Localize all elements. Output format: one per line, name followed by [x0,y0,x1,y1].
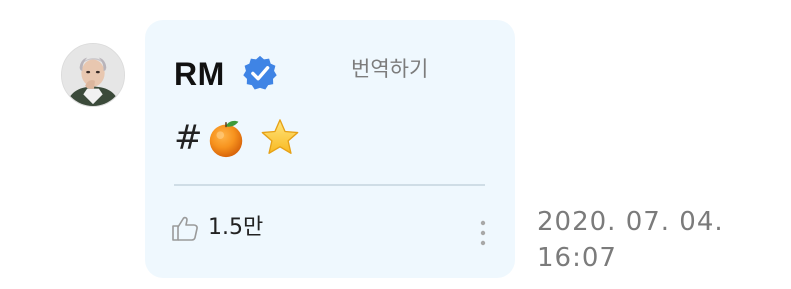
verified-badge-icon [241,54,279,92]
like-count: 1.5만 [208,215,264,240]
timestamp-time: 16:07 [537,243,617,273]
more-vertical-icon[interactable] [476,218,490,248]
avatar[interactable] [61,43,125,107]
comment-content: # [174,115,301,161]
like-button[interactable]: 1.5만 [170,213,263,243]
divider [174,184,485,186]
timestamp-date: 2020. 07. 04. [537,207,724,237]
timestamp: 2020. 07. 04. 16:07 [537,204,777,276]
star-emoji [261,119,298,154]
avatar-photo [62,44,124,106]
comment-bubble: RM 번역하기 # 1.5만 [145,20,515,278]
thumbs-up-icon [172,216,198,241]
translate-button[interactable]: 번역하기 [351,55,428,83]
author-name[interactable]: RM [174,54,225,94]
comment-text: # [174,118,203,158]
comment-thread: RM 번역하기 # 1.5만 2020. 07. 04. 16:07 [0,0,791,289]
tangerine-emoji [209,120,242,158]
